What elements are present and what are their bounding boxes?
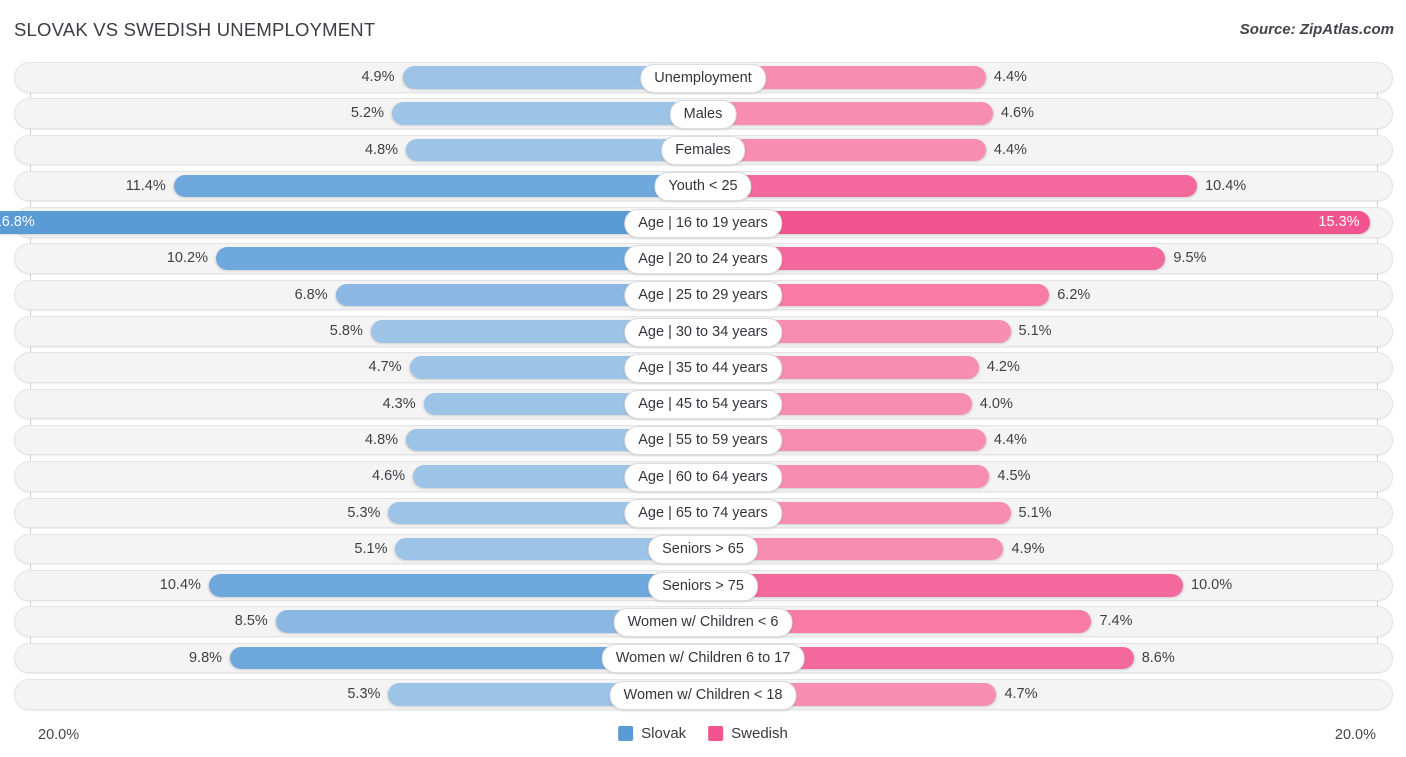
value-label-swedish: 9.5% bbox=[1173, 250, 1207, 267]
value-label-swedish: 5.1% bbox=[1018, 504, 1052, 521]
value-label-slovak: 4.9% bbox=[361, 69, 395, 85]
table-row[interactable]: 5.2% 4.6% Males bbox=[0, 98, 1406, 129]
table-row[interactable]: 4.8% 4.4% Age | 55 to 59 years bbox=[0, 424, 1406, 456]
bar-swedish bbox=[703, 102, 993, 125]
row-category-label[interactable]: Age | 60 to 64 years bbox=[624, 462, 782, 492]
row-category-label[interactable]: Age | 20 to 24 years bbox=[624, 244, 782, 274]
table-row[interactable]: 4.3% 4.0% Age | 45 to 54 years bbox=[0, 388, 1406, 420]
table-row[interactable]: 5.3% 5.1% Age | 65 to 74 years bbox=[0, 497, 1406, 529]
value-label-slovak: 10.4% bbox=[159, 577, 201, 594]
axis-label-right-max: 20.0% bbox=[1334, 727, 1376, 743]
value-label-swedish: 6.2% bbox=[1057, 286, 1091, 303]
value-label-slovak: 11.4% bbox=[125, 177, 166, 194]
page-title: SLOVAK VS SWEDISH UNEMPLOYMENT bbox=[14, 19, 376, 40]
row-category-label[interactable]: Age | 30 to 34 years bbox=[624, 317, 782, 347]
value-label-swedish: 4.4% bbox=[993, 431, 1027, 448]
legend-item[interactable]: Slovak bbox=[618, 725, 686, 742]
row-category-label[interactable]: Women w/ Children < 18 bbox=[609, 680, 797, 710]
value-label-swedish: 5.1% bbox=[1018, 323, 1052, 340]
bar-slovak bbox=[406, 138, 703, 162]
value-label-swedish: 4.4% bbox=[993, 69, 1027, 85]
row-category-label[interactable]: Males bbox=[669, 99, 737, 129]
chart-footer: 20.0% 20.0% Slovak Swedish bbox=[0, 717, 1406, 757]
row-category-label[interactable]: Women w/ Children 6 to 17 bbox=[601, 644, 805, 674]
value-label-slovak: 16.8% bbox=[0, 214, 35, 231]
row-category-label[interactable]: Unemployment bbox=[640, 63, 766, 93]
table-row[interactable]: 5.3% 4.7% Women w/ Children < 18 bbox=[0, 679, 1406, 710]
legend-swatch-icon bbox=[708, 726, 724, 741]
value-label-swedish: 4.4% bbox=[993, 141, 1027, 158]
value-label-slovak: 10.2% bbox=[166, 250, 208, 267]
value-label-slovak: 4.3% bbox=[382, 395, 416, 412]
value-label-slovak: 5.3% bbox=[347, 504, 381, 521]
value-label-swedish: 4.7% bbox=[1004, 686, 1038, 703]
value-label-swedish: 4.2% bbox=[986, 359, 1020, 376]
legend-item[interactable]: Swedish bbox=[708, 725, 788, 742]
table-row[interactable]: 4.7% 4.2% Age | 35 to 44 years bbox=[0, 352, 1406, 383]
chart-header: SLOVAK VS SWEDISH UNEMPLOYMENT Source: Z… bbox=[0, 0, 1406, 60]
bar-swedish bbox=[703, 574, 1183, 597]
value-label-slovak: 5.1% bbox=[354, 540, 388, 557]
row-category-label[interactable]: Age | 65 to 74 years bbox=[624, 499, 782, 529]
row-category-label[interactable]: Youth < 25 bbox=[654, 172, 752, 202]
table-row[interactable]: 8.5% 7.4% Women w/ Children < 6 bbox=[0, 606, 1406, 637]
source-attribution: Source: ZipAtlas.com bbox=[1239, 21, 1394, 38]
table-row[interactable]: 5.1% 4.9% Seniors > 65 bbox=[0, 533, 1406, 565]
bar-rows-container: 4.9% 4.4% Unemployment 5.2% 4.6% Males 4.8% 4.4… bbox=[0, 62, 1406, 715]
value-label-swedish: 4.0% bbox=[979, 395, 1013, 412]
table-row[interactable]: 4.8% 4.4% Females bbox=[0, 134, 1406, 166]
bar-slovak bbox=[208, 574, 703, 597]
table-row[interactable]: 4.9% 4.4% Unemployment bbox=[0, 62, 1406, 93]
row-category-label[interactable]: Females bbox=[661, 136, 745, 166]
bar-swedish bbox=[703, 174, 1198, 198]
table-row[interactable]: 9.8% 8.6% Women w/ Children 6 to 17 bbox=[0, 642, 1406, 674]
table-row[interactable]: 10.4% 10.0% Seniors > 75 bbox=[0, 570, 1406, 601]
value-label-swedish: 4.9% bbox=[1011, 540, 1045, 557]
value-label-swedish: 15.3% bbox=[1318, 214, 1360, 231]
row-category-label[interactable]: Age | 55 to 59 years bbox=[624, 426, 782, 456]
value-label-slovak: 6.8% bbox=[294, 286, 328, 303]
value-label-slovak: 8.5% bbox=[234, 613, 268, 630]
row-category-label[interactable]: Age | 45 to 54 years bbox=[624, 390, 782, 420]
table-row[interactable]: 4.6% 4.5% Age | 60 to 64 years bbox=[0, 461, 1406, 492]
table-row[interactable]: 10.2% 9.5% Age | 20 to 24 years bbox=[0, 243, 1406, 274]
value-label-slovak: 5.3% bbox=[347, 686, 381, 703]
row-category-label[interactable]: Age | 25 to 29 years bbox=[624, 281, 782, 311]
bar-swedish bbox=[703, 138, 986, 162]
value-label-slovak: 5.2% bbox=[350, 105, 384, 122]
bar-slovak bbox=[0, 211, 703, 234]
value-label-slovak: 4.8% bbox=[364, 141, 399, 158]
value-label-slovak: 4.8% bbox=[364, 431, 399, 448]
legend-swatch-icon bbox=[618, 726, 634, 741]
value-label-swedish: 8.6% bbox=[1141, 649, 1175, 666]
row-category-label[interactable]: Women w/ Children < 6 bbox=[613, 607, 793, 637]
table-row[interactable]: 5.8% 5.1% Age | 30 to 34 years bbox=[0, 316, 1406, 347]
value-label-slovak: 5.8% bbox=[329, 323, 363, 340]
value-label-swedish: 10.4% bbox=[1205, 177, 1247, 194]
legend-label: Slovak bbox=[641, 725, 687, 742]
row-category-label[interactable]: Seniors > 75 bbox=[648, 571, 758, 601]
value-label-swedish: 4.6% bbox=[1000, 105, 1034, 122]
bar-slovak bbox=[173, 174, 703, 198]
value-label-swedish: 7.4% bbox=[1099, 613, 1133, 630]
table-row[interactable]: 16.8% 15.3% Age | 16 to 19 years bbox=[0, 207, 1406, 238]
value-label-slovak: 4.6% bbox=[372, 468, 406, 485]
legend-label: Swedish bbox=[731, 725, 788, 742]
value-label-slovak: 4.7% bbox=[368, 359, 402, 376]
table-row[interactable]: 6.8% 6.2% Age | 25 to 29 years bbox=[0, 279, 1406, 311]
value-label-swedish: 4.5% bbox=[997, 468, 1031, 485]
table-row[interactable]: 11.4% 10.4% Youth < 25 bbox=[0, 170, 1406, 202]
chart-plot-area: 4.9% 4.4% Unemployment 5.2% 4.6% Males 4.8% 4.4… bbox=[0, 62, 1406, 717]
chart-legend: Slovak Swedish bbox=[618, 725, 788, 742]
axis-label-left-max: 20.0% bbox=[38, 727, 80, 743]
bar-slovak bbox=[391, 102, 703, 125]
value-label-slovak: 9.8% bbox=[188, 649, 223, 666]
row-category-label[interactable]: Age | 35 to 44 years bbox=[624, 353, 782, 383]
row-category-label[interactable]: Seniors > 65 bbox=[648, 535, 758, 565]
value-label-swedish: 10.0% bbox=[1191, 577, 1233, 594]
row-category-label[interactable]: Age | 16 to 19 years bbox=[624, 208, 782, 238]
